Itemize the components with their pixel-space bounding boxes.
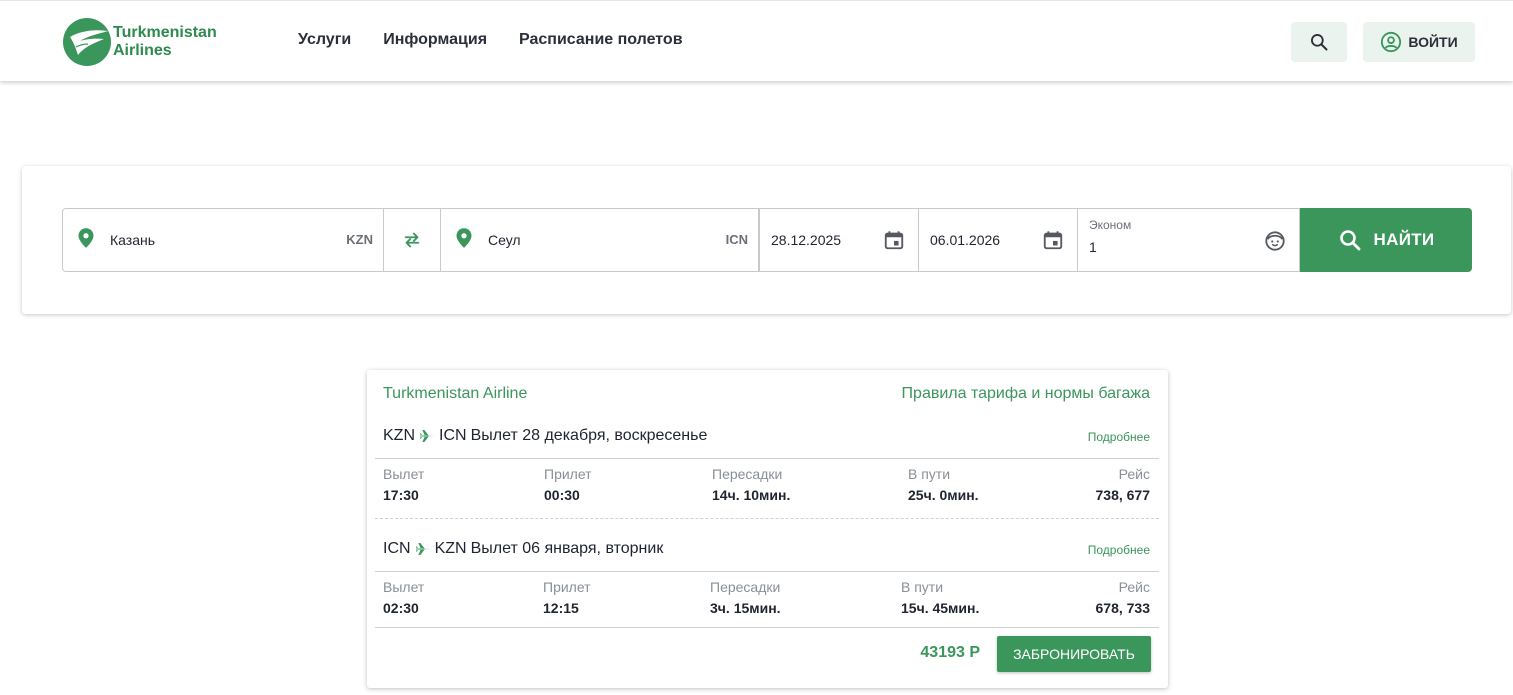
leg-2-from: ICN — [383, 540, 411, 557]
login-button[interactable]: ВОЙТИ — [1363, 22, 1475, 62]
leg-2-flight-numbers: 678, 733 — [1095, 600, 1151, 616]
col-departure-header: Вылет — [383, 579, 425, 595]
calendar-icon[interactable] — [1042, 229, 1064, 251]
top-header: Turkmenistan Airlines Услуги Информация … — [0, 0, 1513, 81]
passenger-count: 1 — [1089, 239, 1097, 255]
origin-field[interactable]: Казань KZN — [62, 208, 384, 272]
account-circle-icon — [1381, 31, 1402, 53]
swap-cities-button[interactable] — [383, 208, 441, 272]
leg-1-departure-time: 17:30 — [383, 487, 419, 503]
col-duration-header: В пути — [901, 579, 944, 595]
leg-1-transfers: 14ч. 10мин. — [712, 487, 791, 503]
search-icon — [1311, 34, 1328, 51]
login-label: ВОЙТИ — [1408, 34, 1458, 50]
calendar-icon[interactable] — [883, 229, 905, 251]
brand-logo[interactable]: Turkmenistan Airlines — [62, 17, 217, 67]
leg-1-to: ICN — [439, 427, 467, 444]
plane-icon — [415, 543, 430, 555]
departure-date: 28.12.2025 — [771, 232, 842, 248]
brand-line-2: Airlines — [113, 42, 172, 59]
departure-date-field[interactable]: 28.12.2025 — [759, 208, 919, 272]
passengers-class-field[interactable]: Эконом 1 — [1077, 208, 1300, 272]
find-label: НАЙТИ — [1373, 230, 1435, 249]
nav-item-information[interactable]: Информация — [383, 31, 487, 49]
destination-city: Сеул — [488, 232, 521, 248]
col-transfers-header: Пересадки — [712, 466, 783, 482]
brand-line-1: Turkmenistan — [113, 24, 217, 41]
return-date: 06.01.2026 — [930, 232, 1001, 248]
find-flights-button[interactable]: НАЙТИ — [1300, 208, 1472, 272]
leg-1-flight-numbers: 738, 677 — [1095, 487, 1151, 503]
cabin-class-label: Эконом — [1089, 218, 1132, 232]
flight-result-card: Turkmenistan Airline Правила тарифа и но… — [367, 370, 1168, 688]
fare-rules-link[interactable]: Правила тарифа и нормы багажа — [902, 385, 1150, 403]
col-flight-header: Рейс — [1118, 466, 1150, 482]
main-nav: Услуги Информация Расписание полетов — [298, 31, 683, 49]
swap-icon — [404, 232, 420, 248]
leg-separator — [375, 518, 1159, 519]
leg-2-duration: 15ч. 45мин. — [901, 600, 980, 616]
location-pin-icon — [456, 228, 472, 248]
leg-1-duration: 25ч. 0мин. — [908, 487, 979, 503]
col-transfers-header: Пересадки — [710, 579, 781, 595]
leg-1-more-link[interactable]: Подробнее — [1088, 430, 1150, 444]
col-duration-header: В пути — [908, 466, 951, 482]
leg-2-departure-time: 02:30 — [383, 600, 419, 616]
leg-2-route: ICN KZN Вылет 06 января, вторник — [383, 540, 663, 558]
brand-name: Turkmenistan Airlines — [113, 24, 217, 60]
col-flight-header: Рейс — [1118, 579, 1150, 595]
col-arrival-header: Прилет — [544, 466, 592, 482]
leg-1-arrival-time: 00:30 — [544, 487, 580, 503]
divider — [375, 627, 1159, 628]
leg-2-more-link[interactable]: Подробнее — [1088, 543, 1150, 557]
nav-item-schedule[interactable]: Расписание полетов — [519, 31, 683, 49]
col-departure-header: Вылет — [383, 466, 425, 482]
plane-icon — [420, 430, 434, 442]
leg-1-title: Вылет 28 декабря, воскресенье — [470, 427, 708, 444]
divider — [375, 458, 1159, 459]
leg-2-to: KZN — [434, 540, 467, 557]
airline-name: Turkmenistan Airline — [383, 385, 528, 402]
airline-logo-icon — [63, 18, 111, 66]
destination-field[interactable]: Сеул ICN — [440, 208, 759, 272]
origin-city: Казань — [110, 232, 156, 248]
return-date-field[interactable]: 06.01.2026 — [918, 208, 1078, 272]
destination-code: ICN — [725, 232, 748, 247]
total-price: 43193 Р — [920, 644, 980, 661]
leg-2-arrival-time: 12:15 — [543, 600, 579, 616]
header-search-button[interactable] — [1291, 22, 1347, 62]
leg-2-transfers: 3ч. 15мин. — [710, 600, 781, 616]
leg-1-route: KZN ICN Вылет 28 декабря, воскресенье — [383, 427, 707, 445]
origin-code: KZN — [346, 232, 373, 247]
leg-2-title: Вылет 06 января, вторник — [470, 540, 664, 557]
leg-1-from: KZN — [383, 427, 415, 444]
book-button[interactable]: ЗАБРОНИРОВАТЬ — [997, 636, 1151, 672]
search-icon — [1339, 230, 1360, 251]
nav-item-services[interactable]: Услуги — [298, 31, 351, 49]
flight-search-panel: Казань KZN Сеул ICN 28.12.2025 06.01.202… — [22, 166, 1511, 314]
divider — [375, 571, 1159, 572]
child-face-icon — [1265, 231, 1285, 251]
col-arrival-header: Прилет — [543, 579, 591, 595]
location-pin-icon — [78, 228, 94, 248]
